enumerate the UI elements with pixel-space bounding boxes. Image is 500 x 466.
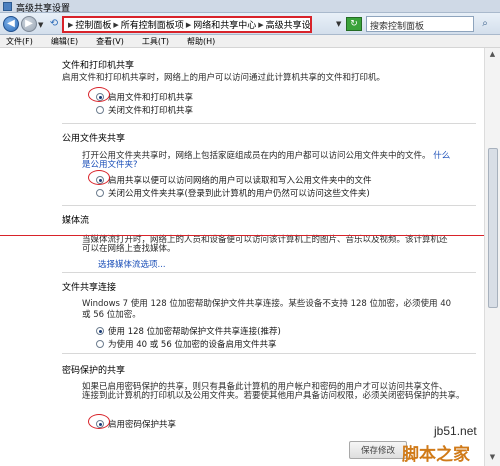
search-input[interactable]: 搜索控制面板 [366, 16, 474, 32]
what-is-public-folder-link-cont[interactable]: 是公用文件夹? [82, 160, 138, 170]
encryption-40-option[interactable]: 为使用 40 或 56 位加密的设备启用文件共享 [96, 338, 276, 350]
scroll-up-icon[interactable]: ▲ [487, 50, 498, 60]
breadcrumb-item-advanced-sharing[interactable]: 高级共享设置 [266, 18, 310, 31]
annotation-line [0, 235, 500, 236]
public-folder-heading: 公用文件夹共享 [62, 134, 126, 144]
settings-content: 文件和打印机共享 启用文件和打印机共享时，网络上的用户可以访问通过此计算机共享的… [0, 48, 484, 466]
scroll-down-icon[interactable]: ▼ [487, 453, 498, 463]
section-divider [62, 123, 476, 124]
printer-sharing-heading: 文件和打印机共享 [62, 61, 135, 71]
printer-sharing-off-label: 关闭文件和打印机共享 [108, 106, 194, 116]
nav-history-dropdown-icon[interactable]: ▼ [38, 21, 43, 29]
annotation-circle [88, 414, 110, 429]
breadcrumb-item-network-center[interactable]: 网络和共享中心 [193, 18, 256, 31]
media-streaming-options-link[interactable]: 选择媒体流选项... [98, 258, 166, 270]
radio-printer-off[interactable] [96, 106, 104, 114]
menu-edit[interactable]: 编辑(E) [51, 36, 78, 47]
menu-help[interactable]: 帮助(H) [187, 36, 215, 47]
media-streaming-desc-2: 可以在网络上查找媒体。 [82, 244, 176, 254]
breadcrumb-item-control-panel[interactable]: 控制面板 [75, 18, 111, 31]
refresh-icon[interactable]: ↻ [346, 17, 362, 31]
connection-desc-1: Windows 7 使用 128 位加密帮助保护文件共享连接。某些设备不支持 1… [82, 299, 452, 309]
public-folder-on-label: 启用共享以便可以访问网络的用户可以读取和写入公用文件夹中的文件 [108, 176, 372, 186]
menu-bar: 文件(F) 编辑(E) 查看(V) 工具(T) 帮助(H) [0, 35, 500, 48]
encryption-40-label: 为使用 40 或 56 位加密的设备启用文件共享 [108, 340, 277, 350]
chevron-right-icon[interactable]: ▶ [68, 21, 73, 29]
radio-40[interactable] [96, 340, 104, 348]
printer-sharing-on-label: 启用文件和打印机共享 [108, 93, 194, 103]
public-folder-desc-link-line: 是公用文件夹? [82, 160, 138, 171]
save-changes-button[interactable]: 保存修改 [349, 441, 407, 459]
public-folder-off-label: 关闭公用文件夹共享(登录到此计算机的用户仍然可以访问这些文件夹) [108, 189, 370, 199]
public-folder-on-option[interactable]: 启用共享以便可以访问网络的用户可以读取和写入公用文件夹中的文件 [96, 174, 372, 186]
scroll-thumb[interactable] [488, 148, 498, 308]
forward-button[interactable]: ▶ [21, 16, 37, 32]
radio-public-off[interactable] [96, 189, 104, 197]
media-streaming-heading: 媒体流 [62, 216, 90, 226]
watermark-site: jb51.net [434, 424, 477, 438]
encryption-128-option[interactable]: 使用 128 位加密帮助保护文件共享连接(推荐) [96, 325, 281, 337]
encryption-128-label: 使用 128 位加密帮助保护文件共享连接(推荐) [108, 327, 281, 337]
chevron-right-icon[interactable]: ▶ [258, 21, 263, 29]
watermark-brand: 脚本之家 [402, 445, 470, 465]
search-icon[interactable]: ⌕ [477, 17, 493, 31]
annotation-circle [88, 170, 110, 185]
connection-desc-2: 或 56 位加密。 [82, 310, 141, 320]
password-sharing-on-label: 启用密码保护共享 [108, 420, 177, 430]
printer-sharing-off-option[interactable]: 关闭文件和打印机共享 [96, 104, 193, 116]
address-bar: ◀ ▶ ▼ ⟲ ▶ 控制面板 ▶ 所有控制面板项 ▶ 网络和共享中心 ▶ 高级共… [0, 13, 500, 35]
control-panel-icon [3, 2, 12, 11]
section-divider [62, 272, 476, 273]
radio-128[interactable] [96, 327, 104, 335]
address-dropdown-icon[interactable]: ▼ [336, 20, 341, 28]
menu-file[interactable]: 文件(F) [6, 36, 33, 47]
title-bar: 高级共享设置 [0, 0, 500, 14]
printer-sharing-desc: 启用文件和打印机共享时，网络上的用户可以访问通过此计算机共享的文件和打印机。 [62, 73, 386, 83]
connection-heading: 文件共享连接 [62, 283, 117, 293]
chevron-right-icon[interactable]: ▶ [186, 21, 191, 29]
menu-view[interactable]: 查看(V) [96, 36, 124, 47]
what-is-public-folder-link[interactable]: 什么 [433, 151, 450, 161]
vertical-scrollbar[interactable]: ▲ ▼ [484, 48, 500, 466]
breadcrumb-item-all-items[interactable]: 所有控制面板项 [121, 18, 184, 31]
section-divider [62, 353, 476, 354]
menu-tools[interactable]: 工具(T) [142, 36, 169, 47]
password-sharing-desc-2: 连接到此计算机的打印机以及公用文件夹。若要使其他用户具备访问权限，必须关闭密码保… [82, 391, 465, 401]
chevron-right-icon[interactable]: ▶ [113, 21, 118, 29]
annotation-circle [88, 87, 110, 102]
breadcrumb[interactable]: ▶ 控制面板 ▶ 所有控制面板项 ▶ 网络和共享中心 ▶ 高级共享设置 [62, 16, 312, 33]
printer-sharing-on-option[interactable]: 启用文件和打印机共享 [96, 91, 193, 103]
recent-pages-icon[interactable]: ⟲ [47, 17, 61, 31]
public-folder-off-option[interactable]: 关闭公用文件夹共享(登录到此计算机的用户仍然可以访问这些文件夹) [96, 187, 370, 199]
section-divider [62, 205, 476, 206]
password-sharing-heading: 密码保护的共享 [62, 366, 126, 376]
back-button[interactable]: ◀ [3, 16, 19, 32]
